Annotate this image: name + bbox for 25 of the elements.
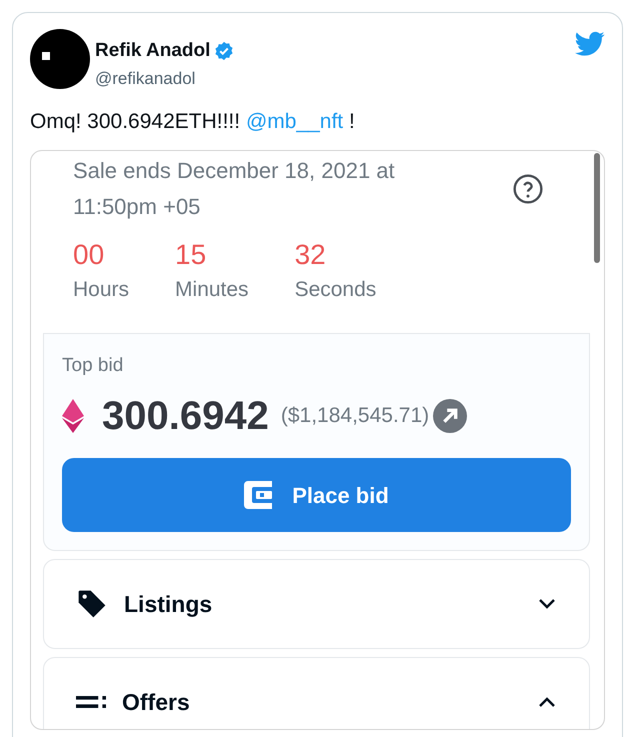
countdown-unit: Minutes [175,276,249,302]
wallet-icon [244,481,274,509]
section-title: Listings [124,590,212,619]
bid-amount: 300.6942 [102,393,269,440]
top-bid-label: Top bid [62,354,124,378]
countdown-value: 00 [73,238,106,272]
arrow-up-right-icon[interactable] [433,399,468,433]
bid-usd: ($1,184,545.71) [280,403,430,430]
countdown-unit: Hours [73,276,130,302]
collapsible-section[interactable]: Listings [43,559,590,649]
countdown-value: 32 [294,238,327,272]
ether-icon [62,399,84,433]
collapsible-section[interactable]: Offers [43,657,590,728]
tag-icon [76,588,108,620]
author-name[interactable]: Refik Anadol [95,37,210,66]
list-icon [76,696,106,708]
bird-logo-icon [575,31,605,57]
help-icon[interactable] [512,172,544,204]
place-bid-button[interactable]: Place bid [62,458,571,532]
section-title: Offers [122,688,190,717]
countdown-value: 15 [175,238,208,272]
sale-ends-text: Sale ends December 18, 2021 at 11:50pm +05 [73,156,396,221]
tweet-text: Omq! 300.6942ETH!!!! @mb__nft ! [30,109,356,135]
author-handle[interactable]: @refikanadol [95,66,234,91]
countdown-unit: Seconds [294,276,376,302]
